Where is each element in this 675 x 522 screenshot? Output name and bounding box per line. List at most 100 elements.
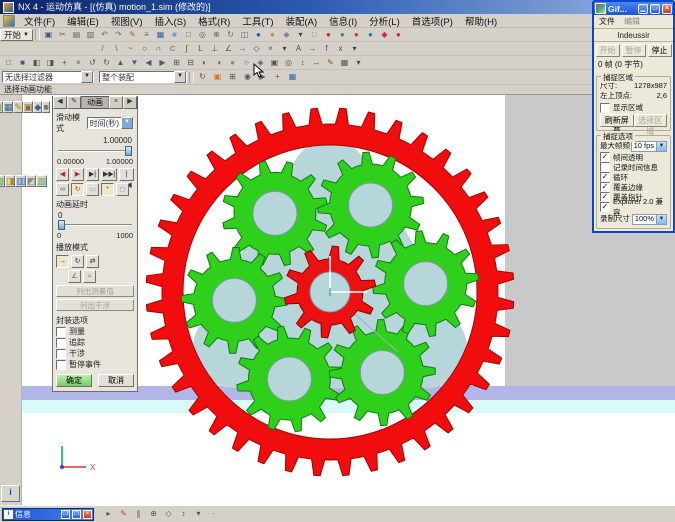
- close-icon[interactable]: ×: [83, 510, 92, 519]
- toolbar-icon[interactable]: ⊂: [166, 43, 179, 55]
- checkbox[interactable]: ✓: [600, 172, 610, 182]
- toolbar-icon[interactable]: ▣: [211, 71, 224, 83]
- toolbar-icon[interactable]: \: [110, 43, 123, 55]
- toolbar-icon[interactable]: A: [292, 43, 305, 55]
- toolbar-icon[interactable]: /: [96, 43, 109, 55]
- toolbar-icon[interactable]: ◫: [238, 29, 251, 41]
- chevron-down-icon[interactable]: ▼: [656, 215, 666, 224]
- toolbar-icon[interactable]: ○: [240, 57, 253, 69]
- refresh-screen-button[interactable]: 刷新屏幕: [600, 114, 634, 127]
- toolbar-icon[interactable]: ◧: [30, 57, 43, 69]
- menu-item[interactable]: 帮助(H): [459, 14, 503, 28]
- toolbar-icon[interactable]: ●: [350, 29, 363, 41]
- animation-mode-button[interactable]: ▭: [86, 183, 99, 196]
- start-menu-button[interactable]: 开始▼: [0, 29, 33, 41]
- delay-slider[interactable]: [58, 220, 132, 230]
- joint-button[interactable]: ≈: [83, 270, 96, 283]
- toolbar-icon[interactable]: ⊞: [170, 57, 183, 69]
- bottom-bar-icon[interactable]: ▸: [102, 508, 115, 520]
- resource-toolbar-icon[interactable]: ▧: [36, 175, 47, 187]
- chevron-left-icon[interactable]: ◀: [53, 96, 67, 109]
- checkbox[interactable]: [56, 338, 66, 348]
- toolbar-icon[interactable]: ◎: [282, 57, 295, 69]
- menu-item[interactable]: 视图(V): [105, 14, 149, 28]
- toolbar-icon[interactable]: ×: [72, 57, 85, 69]
- toolbar-icon[interactable]: ◆: [280, 29, 293, 41]
- menu-item[interactable]: 格式(R): [192, 14, 236, 28]
- toolbar-icon[interactable]: ●: [364, 29, 377, 41]
- toolbar-icon[interactable]: ✎: [126, 29, 139, 41]
- playback-button[interactable]: ▶▶|: [101, 168, 117, 181]
- play-mode-button[interactable]: →: [56, 255, 69, 268]
- record-stop-button[interactable]: 停止: [648, 44, 672, 57]
- toolbar-icon[interactable]: ●: [266, 29, 279, 41]
- toolbar-icon[interactable]: ▣: [42, 29, 55, 41]
- chevron-down-icon[interactable]: ▼: [174, 71, 186, 83]
- toolbar-icon[interactable]: ⊟: [184, 57, 197, 69]
- toolbar-icon[interactable]: ▦: [286, 71, 299, 83]
- bottom-bar-icon[interactable]: ↕: [177, 508, 190, 520]
- toolbar-icon[interactable]: □: [2, 57, 15, 69]
- list-measurements-button[interactable]: 列出测量值: [56, 285, 134, 297]
- menu-item[interactable]: 首选项(P): [406, 14, 459, 28]
- toolbar-icon[interactable]: ▤: [70, 29, 83, 41]
- joint-button[interactable]: ∠: [68, 270, 81, 283]
- resource-toolbar-icon[interactable]: ■: [42, 101, 49, 113]
- menu-item[interactable]: 分析(L): [363, 14, 406, 28]
- show-area-checkbox[interactable]: [600, 103, 610, 113]
- pencil-icon[interactable]: ✎: [67, 96, 81, 109]
- toolbar-icon[interactable]: ◇: [250, 43, 263, 55]
- toolbar-icon[interactable]: □: [308, 29, 321, 41]
- toolbar-icon[interactable]: ●: [226, 57, 239, 69]
- toolbar-icon[interactable]: ◨: [44, 57, 57, 69]
- bottom-bar-icon[interactable]: ▾: [192, 508, 205, 520]
- record-pause-button[interactable]: 暂停: [622, 44, 646, 57]
- play-mode-button[interactable]: ⇄: [86, 255, 99, 268]
- resource-toolbar-icon[interactable]: ▦: [3, 101, 14, 113]
- slider-thumb[interactable]: [58, 220, 65, 230]
- toolbar-icon[interactable]: ↺: [86, 57, 99, 69]
- time-slider[interactable]: [58, 146, 132, 156]
- toolbar-icon[interactable]: ■: [168, 29, 181, 41]
- toolbar-icon[interactable]: ▥: [84, 29, 97, 41]
- restore-icon[interactable]: ❐: [61, 510, 70, 519]
- chevron-down-icon[interactable]: ▼: [121, 117, 133, 129]
- toolbar-icon[interactable]: +: [271, 71, 284, 83]
- toolbar-icon[interactable]: ▲: [114, 57, 127, 69]
- ok-button[interactable]: 确定: [56, 374, 92, 387]
- gif-recorder-titlebar[interactable]: Gif... ▁ □ ×: [594, 2, 673, 15]
- animation-mode-button[interactable]: ↻: [71, 183, 84, 196]
- toolbar-icon[interactable]: ✂: [56, 29, 69, 41]
- checkbox[interactable]: [56, 327, 66, 337]
- selection-scope-combo[interactable]: 整个装配 ▼: [99, 71, 187, 83]
- menu-item[interactable]: 插入(S): [148, 14, 192, 28]
- gif-menu-edit[interactable]: 编辑: [624, 16, 640, 27]
- toolbar-icon[interactable]: ▣: [268, 57, 281, 69]
- toolbar-icon[interactable]: ◆: [378, 29, 391, 41]
- resource-toolbar-icon[interactable]: ▥: [15, 175, 26, 187]
- toolbar-icon[interactable]: L: [194, 43, 207, 55]
- menu-item[interactable]: 工具(T): [236, 14, 279, 28]
- toolbar-icon[interactable]: ∩: [152, 43, 165, 55]
- list-interference-button[interactable]: 列出干涉: [56, 299, 134, 311]
- toolbar-icon[interactable]: ◑: [212, 57, 225, 69]
- record-size-combo[interactable]: 100% ▼: [632, 214, 667, 225]
- toolbar-icon[interactable]: ◈: [254, 57, 267, 69]
- record-start-button[interactable]: 开始: [596, 44, 620, 57]
- resource-toolbar-icon[interactable]: ✎: [13, 101, 23, 113]
- cancel-button[interactable]: 取消: [98, 374, 134, 387]
- toolbar-icon[interactable]: ↻: [196, 71, 209, 83]
- toolbar-icon[interactable]: ▦: [154, 29, 167, 41]
- toolbar-icon[interactable]: ▶: [256, 71, 269, 83]
- info-icon[interactable]: i: [1, 485, 20, 502]
- play-mode-button[interactable]: ↻: [71, 255, 84, 268]
- checkbox[interactable]: [56, 360, 66, 370]
- toolbar-icon[interactable]: ×: [264, 43, 277, 55]
- menu-item[interactable]: 装配(A): [280, 14, 324, 28]
- animation-mode-button[interactable]: *: [101, 183, 114, 196]
- toolbar-icon[interactable]: ↶: [98, 29, 111, 41]
- animation-mode-button[interactable]: ∞: [56, 183, 69, 196]
- toolbar-icon[interactable]: ▦: [338, 57, 351, 69]
- fps-combo[interactable]: 10 fps ▼: [631, 141, 667, 152]
- bottom-bar-icon[interactable]: ∥: [132, 508, 145, 520]
